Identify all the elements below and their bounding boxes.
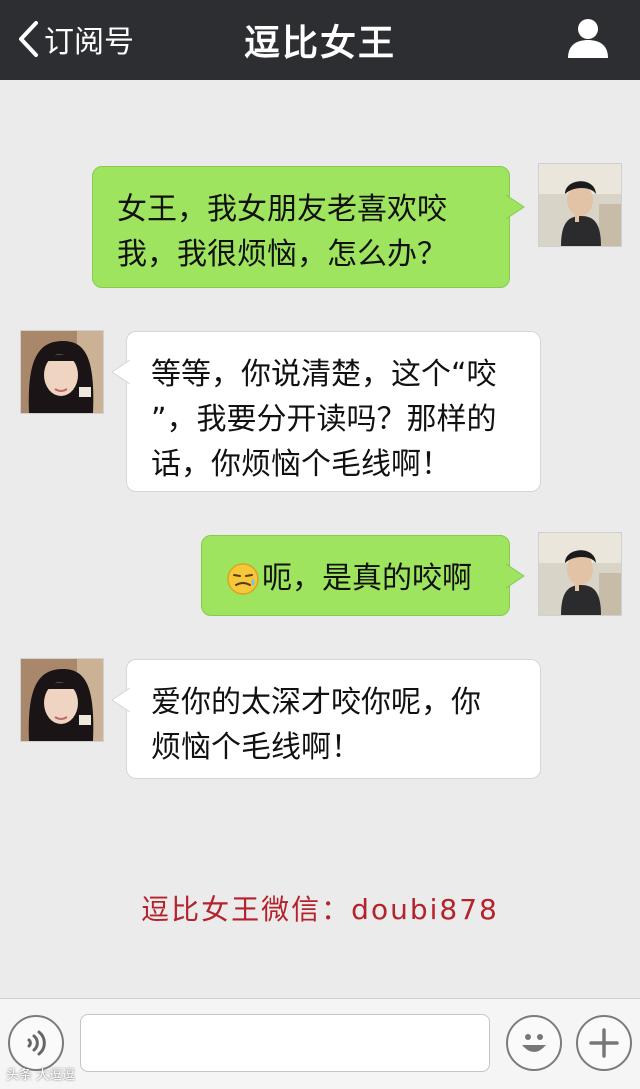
message-line: 话，你烦恼个毛线啊！ — [151, 447, 451, 482]
chevron-left-icon — [19, 21, 38, 57]
bubble-tail — [111, 360, 130, 384]
input-bar — [0, 998, 640, 1089]
watermark: 头条 大逗逗 — [6, 1068, 76, 1083]
message-input[interactable] — [80, 1014, 490, 1072]
avatar-queen-photo — [21, 659, 103, 741]
promo-text: 逗比女王微信：doubi878 — [141, 893, 499, 926]
smirk-emoji-icon — [227, 562, 259, 595]
message-text: 呃，是真的咬啊 — [262, 561, 472, 596]
smiley-icon — [522, 1034, 546, 1052]
avatar-me[interactable] — [538, 163, 622, 247]
back-label: 订阅号 — [44, 25, 134, 60]
voice-button[interactable] — [8, 1015, 64, 1071]
emoji-button[interactable] — [506, 1015, 562, 1071]
message-line: 女王，我女朋友老喜欢咬 — [117, 192, 447, 227]
voice-icon — [27, 1030, 46, 1056]
message-bubble-sent[interactable]: 呃，是真的咬啊 — [201, 535, 525, 616]
avatar-queen-photo — [21, 331, 103, 413]
avatar-queen[interactable] — [20, 330, 104, 414]
message-bubble-received[interactable]: 等等，你说清楚，这个“咬 ”，我要分开读吗？那样的 话，你烦恼个毛线啊！ — [111, 331, 541, 492]
back-button[interactable]: 订阅号 — [16, 14, 134, 64]
top-bar: 订阅号 逗比女王 — [0, 0, 640, 80]
message-line: 我，我很烦恼，怎么办？ — [117, 237, 447, 272]
avatar-queen[interactable] — [20, 658, 104, 742]
message-bubble-sent[interactable]: 女王，我女朋友老喜欢咬 我，我很烦恼，怎么办？ — [92, 166, 525, 288]
avatar-me-photo — [539, 533, 621, 615]
message-line: 爱你的太深才咬你呢，你 — [151, 685, 481, 720]
message-content: 呃，是真的咬啊 — [226, 556, 485, 601]
plus-icon — [589, 1028, 619, 1058]
avatar-me-photo — [539, 164, 621, 246]
bubble-tail — [506, 564, 525, 588]
message-line: ”，我要分开读吗？那样的 — [151, 402, 497, 437]
bubble-tail — [506, 195, 525, 219]
message-line: 等等，你说清楚，这个“咬 — [151, 357, 497, 392]
profile-icon[interactable] — [566, 16, 610, 60]
message-line: 烦恼个毛线啊！ — [151, 730, 361, 765]
bubble-tail — [111, 688, 130, 712]
more-button[interactable] — [576, 1015, 632, 1071]
message-bubble-received[interactable]: 爱你的太深才咬你呢，你 烦恼个毛线啊！ — [111, 659, 541, 779]
avatar-me[interactable] — [538, 532, 622, 616]
